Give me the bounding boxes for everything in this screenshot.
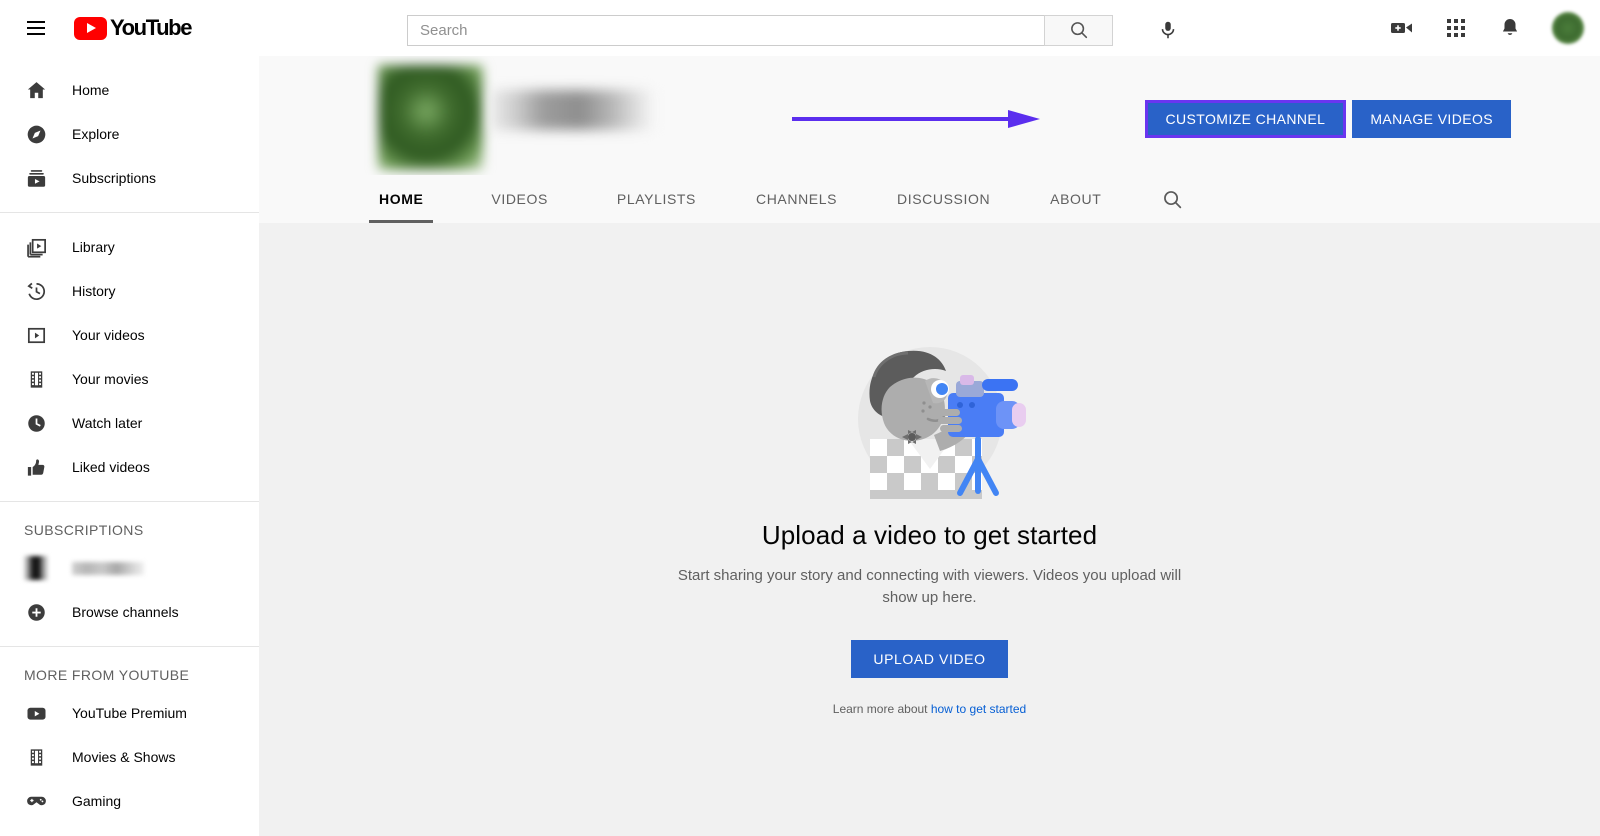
video-camera-plus-icon <box>1391 23 1412 33</box>
tab-playlists[interactable]: PLAYLISTS <box>617 175 696 223</box>
film-strip-icon <box>24 367 48 391</box>
sidebar-item-label: History <box>72 283 116 299</box>
channel-avatar-blurred-icon[interactable] <box>378 65 483 170</box>
channel-name-blurred <box>72 561 144 575</box>
voice-search-button[interactable] <box>1149 11 1187 49</box>
sidebar-item-label: Subscriptions <box>72 170 157 186</box>
youtube-premium-icon <box>24 701 48 725</box>
channel-action-buttons: CUSTOMIZE CHANNEL MANAGE VIDEOS <box>1144 100 1511 138</box>
customize-channel-button[interactable]: CUSTOMIZE CHANNEL <box>1144 100 1347 138</box>
create-video-button[interactable] <box>1382 8 1422 48</box>
channel-header: CUSTOMIZE CHANNEL MANAGE VIDEOS HOME VID… <box>259 56 1600 223</box>
search-area: Search <box>407 11 1187 49</box>
apps-grid-icon <box>1447 19 1465 37</box>
channel-name-blurred <box>492 90 652 130</box>
youtube-apps-button[interactable] <box>1436 8 1476 48</box>
sidebar-item-label: Home <box>72 82 110 98</box>
sidebar-item-subscriptions[interactable]: Subscriptions <box>0 156 259 200</box>
channel-search-button[interactable] <box>1161 175 1184 223</box>
sidebar-item-liked-videos[interactable]: Liked videos <box>0 445 259 489</box>
sidebar-section-more-from-youtube: MORE FROM YOUTUBE YouTube Premium Movies… <box>0 646 259 835</box>
tab-videos[interactable]: VIDEOS <box>491 175 548 223</box>
sidebar-item-your-videos[interactable]: Your videos <box>0 313 259 357</box>
sidebar-item-label: Movies & Shows <box>72 749 176 765</box>
upload-video-button[interactable]: UPLOAD VIDEO <box>851 640 1008 678</box>
empty-state-subtitle: Start sharing your story and connecting … <box>677 567 1182 606</box>
gamepad-icon <box>24 789 48 813</box>
empty-state-panel: Upload a video to get started Start shar… <box>259 223 1600 836</box>
search-placeholder: Search <box>420 21 468 39</box>
subscriptions-header: SUBSCRIPTIONS <box>24 522 144 538</box>
tab-home[interactable]: HOME <box>368 175 434 223</box>
learn-more-text: Learn more about how to get started <box>833 702 1026 716</box>
hamburger-menu-icon[interactable] <box>16 8 56 48</box>
home-icon <box>24 78 48 102</box>
your-videos-icon <box>24 323 48 347</box>
channel-tab-bar: HOME VIDEOS PLAYLISTS CHANNELS DISCUSSIO… <box>259 175 1600 223</box>
sidebar-item-movies-and-shows[interactable]: Movies & Shows <box>0 735 259 779</box>
film-strip-icon <box>24 745 48 769</box>
sidebar-item-label: Watch later <box>72 415 143 431</box>
sidebar-item-history[interactable]: History <box>0 269 259 313</box>
pointer-arrow-annotation <box>792 110 1040 128</box>
top-right-actions <box>1382 8 1584 48</box>
sidebar-item-browse-channels[interactable]: Browse channels <box>0 590 259 634</box>
sidebar-item-label: YouTube Premium <box>72 705 187 721</box>
search-icon <box>1070 22 1087 39</box>
sidebar-section-subscriptions: SUBSCRIPTIONS Browse channels <box>0 501 259 646</box>
sidebar-subscription-item-redacted[interactable] <box>0 546 259 590</box>
account-avatar[interactable] <box>1552 12 1584 44</box>
bell-icon <box>1502 19 1518 35</box>
search-input[interactable]: Search <box>407 14 1044 46</box>
sidebar-section-primary: Home Explore Subscriptions <box>0 56 259 212</box>
tab-discussion[interactable]: DISCUSSION <box>897 175 990 223</box>
learn-more-prefix: Learn more about <box>832 702 931 716</box>
main-content: CUSTOMIZE CHANNEL MANAGE VIDEOS HOME VID… <box>259 56 1600 836</box>
sidebar-item-label: Your movies <box>72 371 149 387</box>
search-icon <box>1164 190 1182 208</box>
tab-about[interactable]: ABOUT <box>1050 175 1101 223</box>
more-from-youtube-header: MORE FROM YOUTUBE <box>24 667 190 683</box>
sidebar-item-label: Library <box>72 239 115 255</box>
sidebar-item-explore[interactable]: Explore <box>0 112 259 156</box>
sidebar-item-label: Gaming <box>72 793 122 809</box>
person-with-camera-illustration <box>857 347 1026 499</box>
sidebar-item-youtube-premium[interactable]: YouTube Premium <box>0 691 259 735</box>
thumbs-up-icon <box>24 455 48 479</box>
sidebar-item-library[interactable]: Library <box>0 225 259 269</box>
manage-videos-button[interactable]: MANAGE VIDEOS <box>1352 100 1511 138</box>
empty-state-title: Upload a video to get started <box>761 520 1098 550</box>
tab-channels[interactable]: CHANNELS <box>756 175 837 223</box>
microphone-icon <box>1161 21 1175 39</box>
hamburger-bar <box>27 21 45 23</box>
plus-circle-icon <box>24 600 48 624</box>
left-sidebar: Home Explore Subscriptions Library Histo… <box>0 56 259 836</box>
sidebar-section-library: Library History Your videos Your movies … <box>0 212 259 501</box>
channel-avatar-blurred-icon <box>24 556 48 580</box>
youtube-channel-page: YouTube Search Home Explore Subscription… <box>0 0 1600 836</box>
clock-icon <box>24 411 48 435</box>
subscriptions-icon <box>24 166 48 190</box>
compass-icon <box>24 122 48 146</box>
hamburger-bar <box>27 27 45 29</box>
history-icon <box>24 279 48 303</box>
sidebar-item-label: Explore <box>72 126 120 142</box>
hamburger-bar <box>27 33 45 35</box>
notifications-button[interactable] <box>1490 8 1530 48</box>
youtube-wordmark: YouTube <box>110 15 192 40</box>
sidebar-item-label: Liked videos <box>72 459 150 475</box>
how-to-get-started-link[interactable]: how to get started <box>931 702 1026 716</box>
youtube-logo[interactable]: YouTube <box>74 15 192 41</box>
library-icon <box>24 235 48 259</box>
sidebar-item-home[interactable]: Home <box>0 68 259 112</box>
sidebar-item-watch-later[interactable]: Watch later <box>0 401 259 445</box>
search-button[interactable] <box>1044 14 1113 46</box>
sidebar-item-gaming[interactable]: Gaming <box>0 779 259 823</box>
top-navigation-bar: YouTube Search <box>0 0 1600 56</box>
youtube-play-icon <box>74 16 107 40</box>
sidebar-item-label: Your videos <box>72 327 145 343</box>
sidebar-item-label: Browse channels <box>72 604 179 620</box>
sidebar-item-your-movies[interactable]: Your movies <box>0 357 259 401</box>
